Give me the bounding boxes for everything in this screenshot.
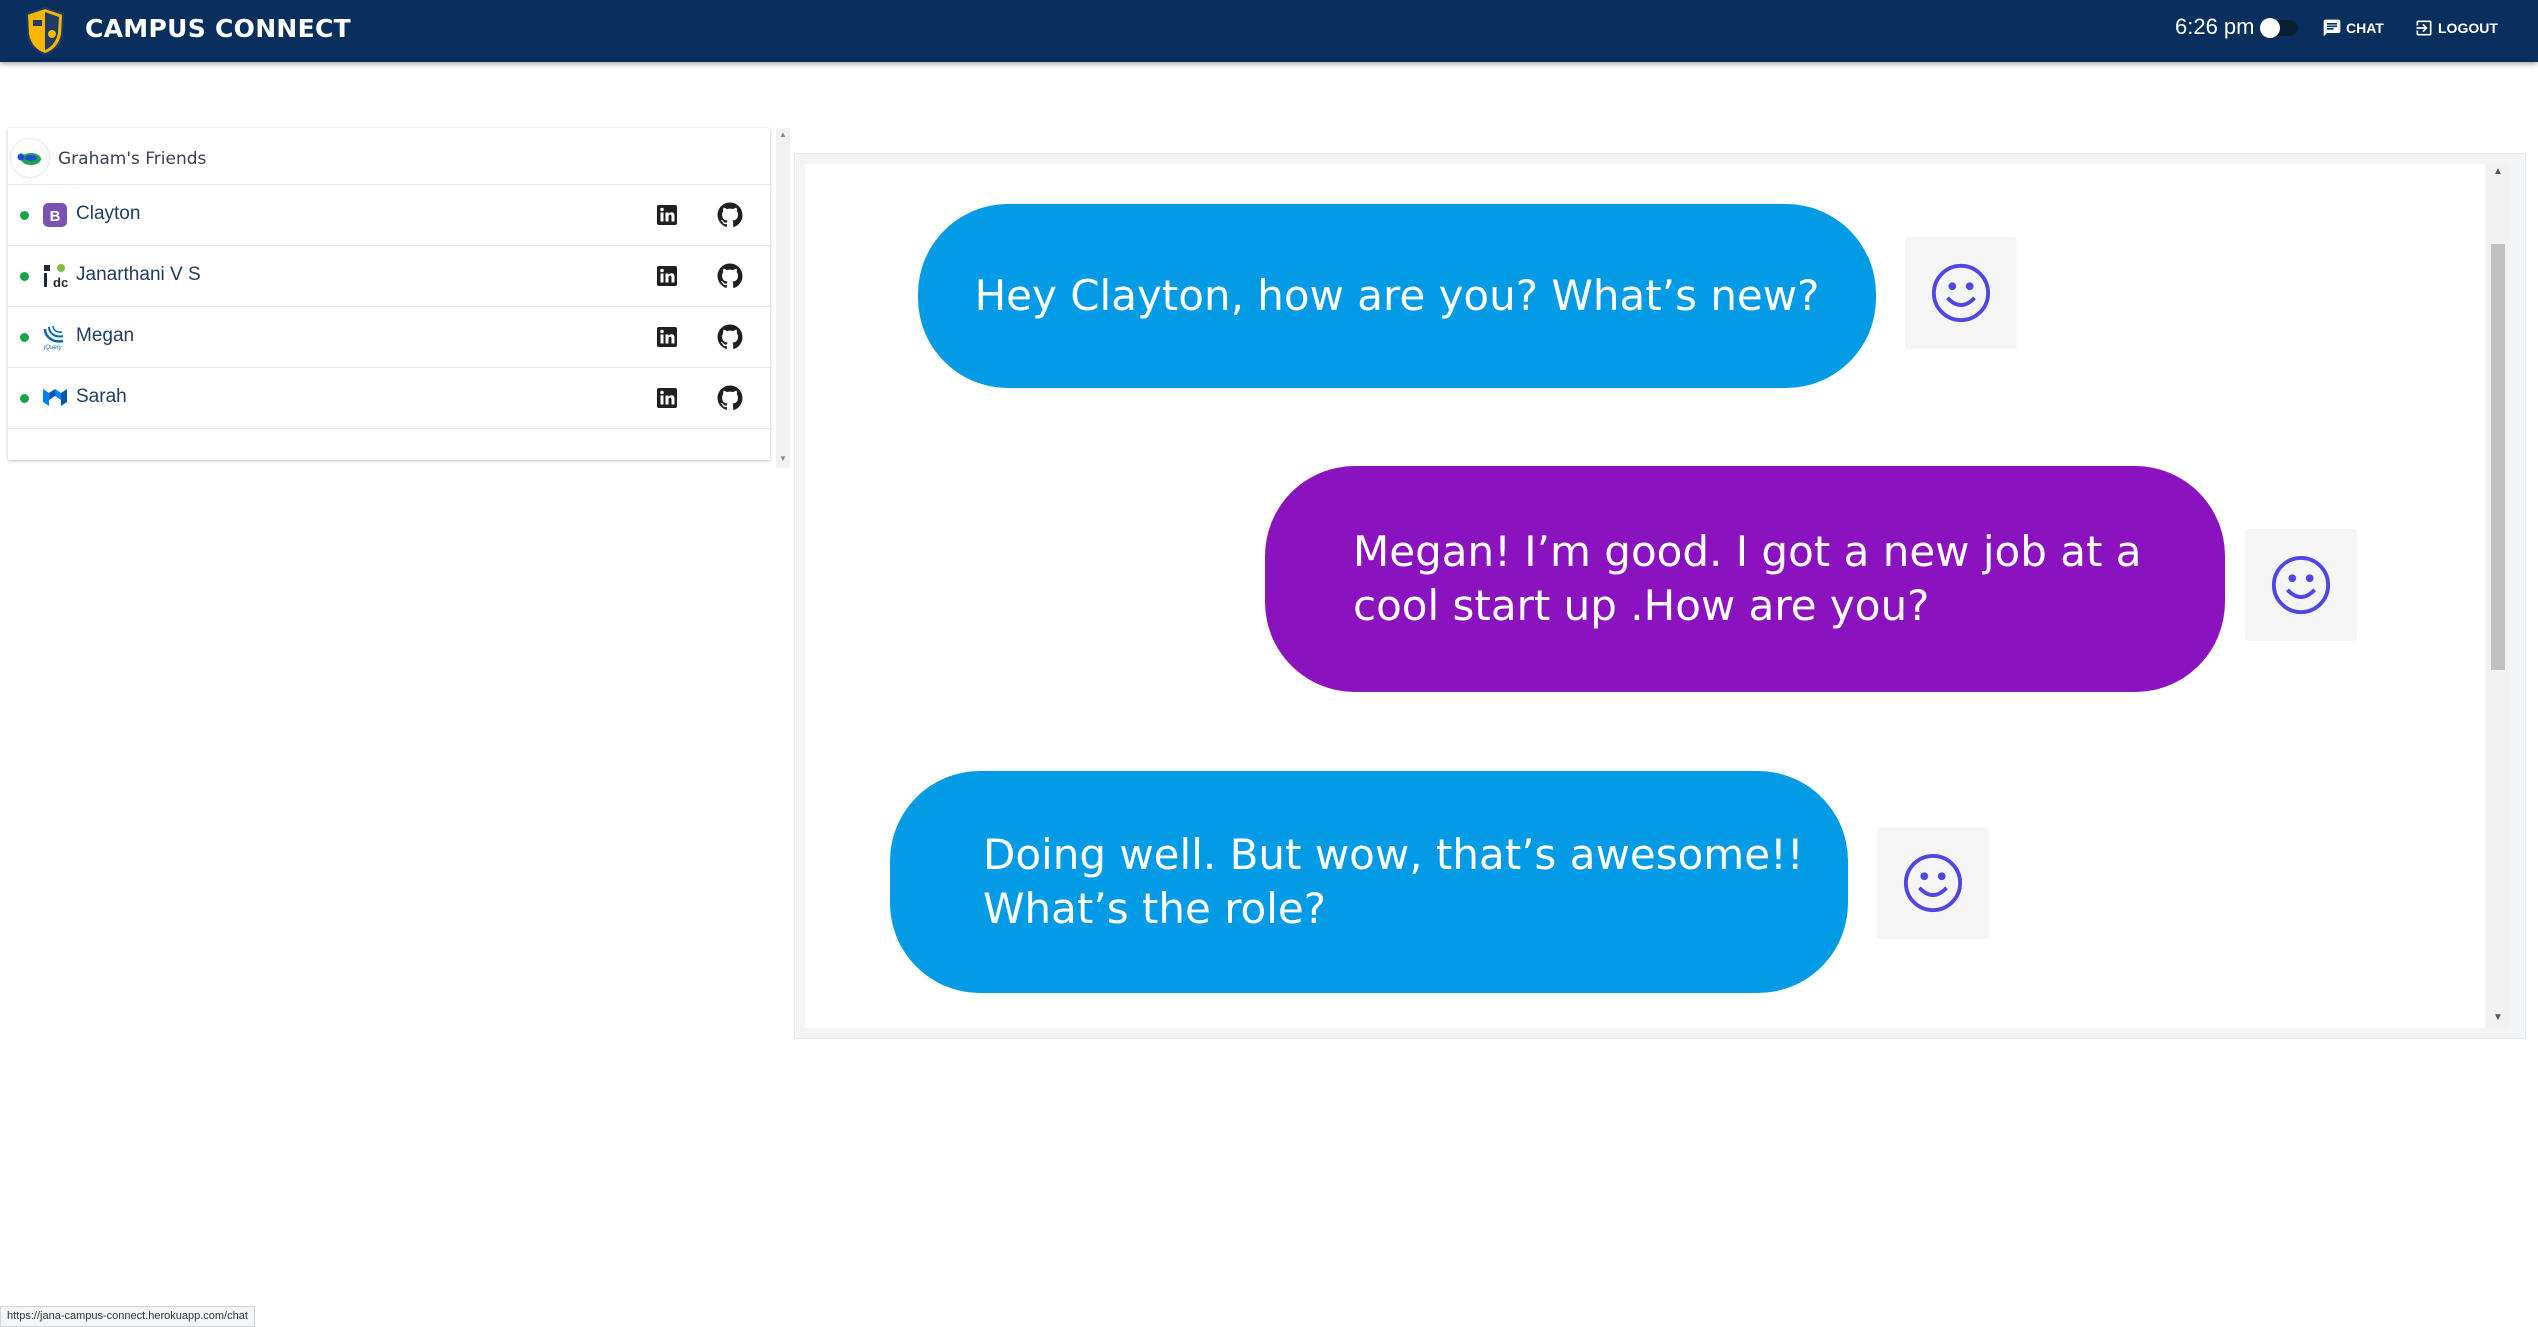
django-icon: dc xyxy=(44,264,68,290)
friend-row-sarah[interactable]: Sarah xyxy=(8,368,770,429)
group-turtle-avatar-icon xyxy=(10,138,50,178)
emoji-reaction-button[interactable] xyxy=(1877,827,1989,939)
linkedin-icon[interactable] xyxy=(656,204,678,226)
chat-panel: Hey Clayton, how are you? What’s new? Me… xyxy=(794,153,2526,1039)
logout-nav-button[interactable]: LOGOUT xyxy=(2414,18,2498,38)
friends-header: Graham's Friends xyxy=(8,128,770,185)
message-bubble: Megan! I’m good. I got a new job at a co… xyxy=(1265,466,2225,692)
toggle-knob xyxy=(2260,18,2280,38)
online-status-dot xyxy=(20,211,29,220)
friends-scrollbar[interactable]: ▲ ▼ xyxy=(776,128,790,468)
message-text-line: What’s the role? xyxy=(983,884,1327,933)
friends-panel: Graham's Friends B Clayton dc Janarthani xyxy=(8,128,770,460)
scroll-down-arrow-icon[interactable]: ▼ xyxy=(779,454,787,463)
message-bubble: Hey Clayton, how are you? What’s new? xyxy=(918,204,1876,388)
message-text-line: cool start up .How are you? xyxy=(1353,581,1930,630)
friend-row-janarthani[interactable]: dc Janarthani V S xyxy=(8,246,770,307)
online-status-dot xyxy=(20,394,29,403)
smiley-icon xyxy=(2271,555,2331,615)
emoji-reaction-button[interactable] xyxy=(2245,529,2357,641)
friend-name: Megan xyxy=(76,325,135,346)
campus-shield-logo-icon[interactable] xyxy=(24,6,66,56)
chat-nav-button[interactable]: CHAT xyxy=(2322,18,2384,38)
scroll-up-arrow-icon[interactable]: ▲ xyxy=(779,130,787,139)
online-status-dot xyxy=(20,272,29,281)
scroll-down-arrow-icon[interactable]: ▼ xyxy=(2493,1012,2503,1023)
github-icon[interactable] xyxy=(717,202,743,228)
github-icon[interactable] xyxy=(717,385,743,411)
chat-nav-label: CHAT xyxy=(2346,20,2384,36)
message-text: Hey Clayton, how are you? What’s new? xyxy=(974,271,1820,320)
message-text-line: Doing well. But wow, that’s awesome!! xyxy=(983,830,1804,879)
theme-toggle[interactable] xyxy=(2260,18,2298,38)
svg-text:dc: dc xyxy=(53,275,68,290)
top-navbar: CAMPUS CONNECT 6:26 pm CHAT LOGOUT xyxy=(0,0,2538,62)
linkedin-icon[interactable] xyxy=(656,387,678,409)
friend-name: Clayton xyxy=(76,203,141,224)
group-name: Graham's Friends xyxy=(58,149,207,169)
status-bar-url: https://jana-campus-connect.herokuapp.co… xyxy=(0,1306,255,1327)
linkedin-icon[interactable] xyxy=(656,326,678,348)
scroll-up-arrow-icon[interactable]: ▲ xyxy=(2493,166,2503,177)
friend-name: Sarah xyxy=(76,386,127,407)
logout-icon xyxy=(2416,20,2432,36)
chat-scrollbar[interactable]: ▲ ▼ xyxy=(2487,164,2509,1028)
github-icon[interactable] xyxy=(717,324,743,350)
jquery-icon: jQuery xyxy=(43,325,64,351)
linkedin-icon[interactable] xyxy=(656,265,678,287)
message-bubble: Doing well. But wow, that’s awesome!! Wh… xyxy=(890,771,1848,993)
online-status-dot xyxy=(20,333,29,342)
scrollbar-thumb[interactable] xyxy=(2491,244,2505,670)
smiley-icon xyxy=(1931,263,1991,323)
friend-row-clayton[interactable]: B Clayton xyxy=(8,185,770,246)
brand-title[interactable]: CAMPUS CONNECT xyxy=(85,14,351,43)
bootstrap-icon: B xyxy=(43,203,67,227)
mui-icon xyxy=(43,389,67,406)
smiley-icon xyxy=(1903,853,1963,913)
friend-name: Janarthani V S xyxy=(76,264,201,285)
svg-text:jQuery: jQuery xyxy=(43,345,63,351)
clock-time: 6:26 pm xyxy=(2175,14,2255,39)
logout-nav-label: LOGOUT xyxy=(2438,20,2498,36)
friend-row-megan[interactable]: jQuery Megan xyxy=(8,307,770,368)
github-icon[interactable] xyxy=(717,263,743,289)
svg-text:B: B xyxy=(50,208,61,225)
emoji-reaction-button[interactable] xyxy=(1905,237,2017,349)
chat-icon xyxy=(2323,19,2341,37)
message-text-line: Megan! I’m good. I got a new job at a xyxy=(1353,527,2142,576)
chat-messages-area: Hey Clayton, how are you? What’s new? Me… xyxy=(805,164,2485,1028)
